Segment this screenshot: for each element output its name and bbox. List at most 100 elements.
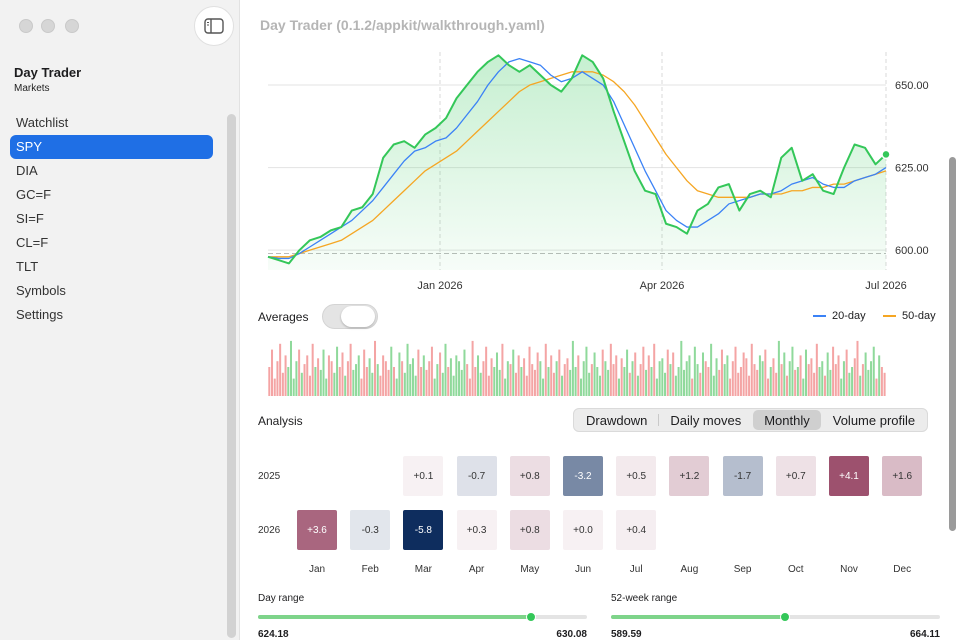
volume-bar bbox=[271, 349, 274, 396]
volume-bar bbox=[756, 369, 759, 396]
volume-bar bbox=[360, 378, 363, 396]
heatmap-cell[interactable]: +1.2 bbox=[669, 456, 710, 496]
volume-bar bbox=[403, 372, 406, 396]
volume-bar bbox=[558, 349, 561, 396]
volume-bar bbox=[571, 340, 574, 396]
volume-bar bbox=[273, 378, 276, 396]
volume-bar bbox=[837, 355, 840, 396]
volume-bar bbox=[796, 367, 799, 396]
volume-bar bbox=[439, 352, 442, 396]
volume-bar bbox=[623, 367, 626, 396]
month-label: May bbox=[520, 564, 540, 575]
heatmap-cell[interactable]: +0.5 bbox=[616, 456, 657, 496]
averages-toggle[interactable] bbox=[322, 304, 378, 329]
heatmap-cell[interactable]: +0.7 bbox=[775, 456, 816, 496]
range-track bbox=[258, 612, 587, 622]
volume-bar bbox=[344, 375, 347, 396]
month-label: Feb bbox=[361, 564, 379, 575]
volume-bar bbox=[300, 372, 303, 396]
main-scrollbar[interactable] bbox=[949, 157, 956, 531]
volume-bar bbox=[715, 358, 718, 396]
tab-monthly[interactable]: Monthly bbox=[753, 410, 821, 430]
heatmap-cell[interactable]: +1.6 bbox=[882, 456, 923, 496]
volume-bar bbox=[596, 367, 599, 396]
volume-bar bbox=[696, 364, 699, 396]
volume-bar bbox=[707, 367, 710, 396]
volume-bar bbox=[306, 355, 309, 396]
legend-item-50-day: 50-day bbox=[883, 310, 936, 322]
volume-bar bbox=[653, 343, 656, 396]
volume-bar bbox=[314, 367, 317, 396]
volume-bar bbox=[279, 343, 282, 396]
volume-bar bbox=[485, 346, 488, 396]
app-window: Day Trader Markets Watchlist SPY DIA GC=F SI… bbox=[0, 0, 960, 640]
heatmap-cell[interactable]: +0.3 bbox=[456, 510, 497, 550]
last-price-dot bbox=[881, 149, 891, 160]
volume-bar bbox=[292, 378, 295, 396]
volume-bar bbox=[742, 352, 745, 396]
volume-bar bbox=[295, 361, 298, 396]
volume-bar bbox=[289, 340, 292, 396]
tab-volume-profile[interactable]: Volume profile bbox=[822, 410, 926, 430]
volume-bar bbox=[482, 361, 485, 396]
heatmap-cell[interactable]: +0.4 bbox=[616, 510, 657, 550]
volume-bar bbox=[539, 361, 542, 396]
legend-swatch bbox=[883, 315, 896, 317]
volume-bar bbox=[720, 349, 723, 396]
heatmap-cell[interactable]: +3.6 bbox=[297, 510, 337, 550]
volume-bar bbox=[699, 372, 702, 396]
volume-bar bbox=[308, 375, 311, 396]
volume-bar bbox=[303, 364, 306, 396]
heatmap-cell[interactable]: -5.8 bbox=[403, 510, 444, 550]
volume-bar bbox=[791, 346, 794, 396]
volume-bar bbox=[357, 355, 360, 396]
volume-bar bbox=[406, 343, 409, 396]
volume-bar bbox=[525, 375, 528, 396]
volume-bar bbox=[875, 378, 878, 396]
volume-bar bbox=[645, 369, 648, 396]
volume-bar bbox=[477, 355, 480, 396]
volume-bar bbox=[398, 352, 401, 396]
tab-daily-moves[interactable]: Daily moves bbox=[659, 410, 752, 430]
heatmap-cell[interactable]: +0.1 bbox=[403, 456, 444, 496]
heatmap-cell[interactable]: -3.2 bbox=[563, 456, 603, 496]
heatmap-cell[interactable]: -0.3 bbox=[350, 510, 391, 550]
volume-bar bbox=[298, 349, 301, 396]
volume-bar bbox=[672, 352, 675, 396]
volume-bar bbox=[387, 369, 390, 396]
volume-bar bbox=[810, 358, 813, 396]
volume-bar bbox=[677, 367, 680, 396]
month-label: Nov bbox=[840, 564, 858, 575]
volume-bar bbox=[710, 343, 713, 396]
volume-bar bbox=[590, 364, 593, 396]
volume-bar bbox=[414, 375, 417, 396]
volume-bar bbox=[504, 378, 507, 396]
volume-bar bbox=[374, 340, 377, 396]
volume-bar bbox=[495, 352, 498, 396]
legend-item-20-day: 20-day bbox=[813, 310, 866, 322]
heatmap-cell[interactable]: -1.7 bbox=[722, 456, 763, 496]
volume-bar bbox=[444, 343, 447, 396]
heatmap-cell[interactable]: +0.0 bbox=[563, 510, 603, 550]
month-label: Apr bbox=[468, 564, 485, 575]
volume-bar bbox=[731, 361, 734, 396]
heatmap-cell[interactable]: +4.1 bbox=[829, 456, 869, 496]
tab-drawdown[interactable]: Drawdown bbox=[575, 410, 658, 430]
volume-bar bbox=[284, 355, 287, 396]
volume-bar bbox=[764, 349, 767, 396]
volume-bar bbox=[330, 361, 333, 396]
volume-bar bbox=[531, 364, 534, 396]
heatmap-cell[interactable]: +0.8 bbox=[509, 510, 550, 550]
volume-bar bbox=[512, 349, 515, 396]
volume-bar bbox=[832, 346, 835, 396]
volume-bar bbox=[552, 372, 555, 396]
heatmap-cell[interactable]: +0.8 bbox=[509, 456, 550, 496]
heatmap-cell[interactable]: -0.7 bbox=[456, 456, 497, 496]
volume-bar bbox=[845, 349, 848, 396]
year-label: 2025 bbox=[258, 471, 281, 482]
volume-bar bbox=[870, 361, 873, 396]
volume-bar bbox=[268, 367, 271, 396]
volume-bar bbox=[607, 369, 610, 396]
volume-bar bbox=[880, 367, 883, 396]
volume-bar bbox=[856, 340, 859, 396]
